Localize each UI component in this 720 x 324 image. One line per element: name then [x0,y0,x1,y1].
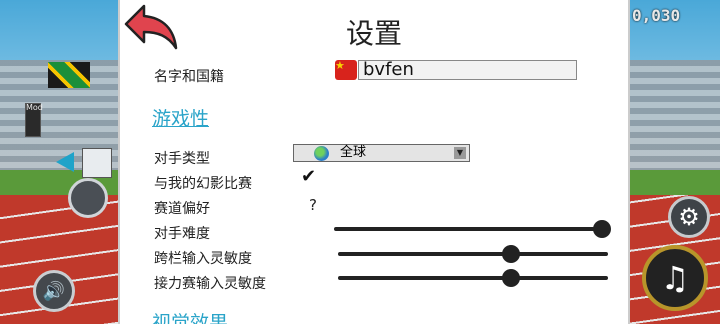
opponent-type-value: 全球 [340,145,367,160]
name-label: 名字和国籍 [154,69,224,85]
opponent-type-select[interactable]: 全球 ▼ [293,144,470,162]
track-pref-value[interactable]: ? [309,196,317,214]
speaker-icon: 🔊 [42,280,66,302]
china-flag-icon[interactable]: ★ [335,60,357,80]
music-button[interactable]: ♫ [642,245,708,311]
dropdown-arrow-icon: ▼ [454,147,466,159]
relay-sensitivity-slider-knob[interactable] [501,269,520,287]
music-note-icon: ♫ [660,259,690,297]
opponent-type-label: 对手类型 [154,151,210,167]
difficulty-label: 对手难度 [154,226,210,242]
difficulty-slider-knob[interactable] [592,220,611,238]
section-gameplay: 游戏性 [152,108,210,130]
ghost-race-checkbox[interactable]: ✔ [301,168,319,186]
settings-gear-button[interactable]: ⚙ [668,196,710,238]
left-arrow-button[interactable] [56,152,74,172]
gear-icon: ⚙ [678,203,700,231]
hurdle-sensitivity-slider-knob[interactable] [501,245,520,263]
ghost-race-label: 与我的幻影比赛 [154,176,252,192]
athlete-icon[interactable] [82,148,112,178]
mod-tag: Mod [25,103,43,137]
score-counter: 0,030 [632,6,681,25]
page-title: 设置 [345,17,402,50]
globe-icon [314,146,329,161]
hurdle-button[interactable] [68,178,108,218]
checkmark-icon: ✔ [301,166,317,187]
settings-panel: 设置 名字和国籍 ★ bvfen 游戏性 对手类型 全球 ▼ 与我的幻影比赛 ✔… [118,0,630,324]
relay-sensitivity-slider[interactable] [338,269,608,287]
jamaica-flag [48,62,90,88]
section-visual: 视觉效果 [152,312,229,324]
hurdle-sensitivity-label: 跨栏输入灵敏度 [154,251,252,267]
difficulty-slider[interactable] [334,220,611,238]
relay-sensitivity-label: 接力赛输入灵敏度 [154,276,266,292]
name-input[interactable]: bvfen [358,60,577,80]
track-pref-label: 赛道偏好 [154,201,210,217]
hurdle-sensitivity-slider[interactable] [338,245,608,263]
sound-button[interactable]: 🔊 [33,270,75,312]
